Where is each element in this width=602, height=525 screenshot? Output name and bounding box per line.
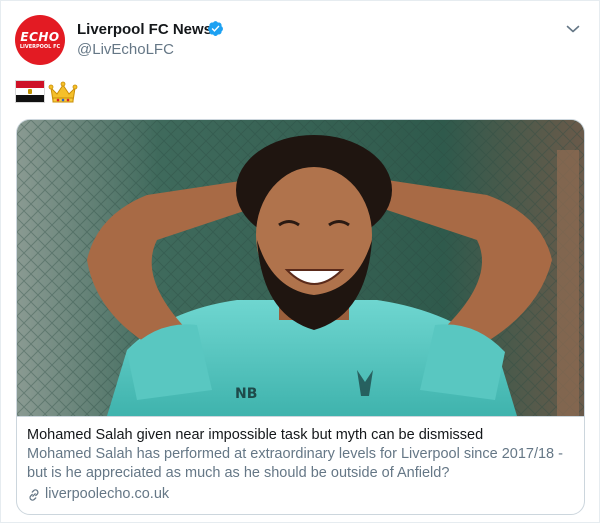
svg-text:NB: NB <box>235 386 257 402</box>
card-domain-text: liverpoolecho.co.uk <box>45 486 170 502</box>
card-domain[interactable]: liverpoolecho.co.uk <box>27 485 574 504</box>
card-image: NB <box>17 120 584 416</box>
link-icon <box>29 488 39 501</box>
author-name[interactable]: Liverpool FC News <box>77 21 212 38</box>
card-title[interactable]: Mohamed Salah given near impossible task… <box>27 426 574 444</box>
verified-badge-icon <box>208 21 223 36</box>
link-preview-card[interactable]: NB Mohamed Salah given near impossible t… <box>16 119 585 515</box>
card-text: Mohamed Salah given near impossible task… <box>17 416 584 514</box>
tweet-text <box>16 81 78 105</box>
avatar-logo-subtext: LIVERPOOL FC <box>19 43 61 50</box>
crown-icon <box>48 81 78 103</box>
avatar-logo-text: ECHO <box>20 29 60 44</box>
tweet: ECHO LIVERPOOL FC Liverpool FC News @Liv… <box>0 0 600 523</box>
avatar[interactable]: ECHO LIVERPOOL FC <box>15 15 65 65</box>
author-handle[interactable]: @LivEchoLFC <box>77 41 174 58</box>
chevron-down-icon[interactable] <box>565 21 581 37</box>
egypt-flag-icon <box>16 81 44 102</box>
card-description: Mohamed Salah has performed at extraordi… <box>27 446 563 481</box>
